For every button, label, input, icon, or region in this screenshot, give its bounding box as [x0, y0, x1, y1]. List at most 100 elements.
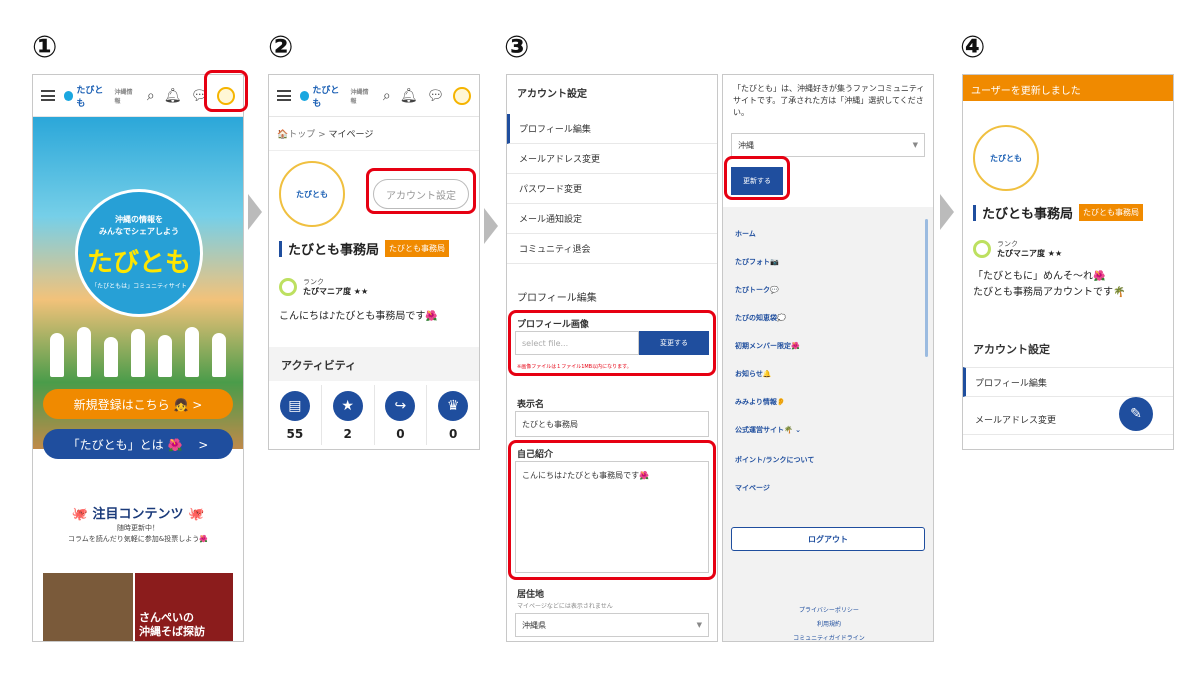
article-thumbnail-soba[interactable]: さんぺいの 沖縄そば探訪: [135, 573, 233, 641]
about-button[interactable]: 「たびとも」とは 🌺 >: [43, 429, 233, 459]
community-intro: 「たびとも」は、沖縄好きが集うファンコミュニティサイトです。了承された方は「沖縄…: [733, 84, 925, 117]
activity-header: アクティビティ: [269, 347, 479, 381]
residence-label: 居住地: [517, 590, 545, 600]
activity-favorites[interactable]: ★ 2: [322, 385, 375, 445]
logout-button[interactable]: ログアウト: [731, 527, 925, 551]
chat-icon[interactable]: 💬︎: [427, 88, 445, 104]
site-logo[interactable]: たびとも 沖縄情報: [299, 83, 374, 109]
account-settings-title: アカウント設定: [517, 89, 587, 100]
activity-stats: ▤ 55 ★ 2 ↪ 0 ♛ 0: [269, 385, 479, 445]
document-icon: ▤: [279, 391, 310, 421]
user-avatar-icon[interactable]: [453, 86, 471, 105]
display-name-label: 表示名: [517, 400, 545, 410]
profile-greeting: こんにちは♪たびとも事務局です🌺: [279, 311, 438, 322]
star-icon: ★: [332, 391, 363, 421]
breadcrumb-current: マイページ: [328, 130, 374, 140]
screen-updated: ユーザーを更新しました たびとも たびとも事務局 たびとも事務局 ランク たびマニ…: [962, 74, 1174, 450]
edit-fab-icon[interactable]: ✎: [1119, 397, 1153, 431]
account-settings-title: アカウント設定: [973, 343, 1050, 356]
menu-community-leave[interactable]: コミュニティ退会: [507, 234, 717, 264]
site-nav-menu: ホーム たびフォト📷 たびトーク💬 たびの知恵袋💭 初期メンバー限定🌺 お知らせ…: [723, 207, 933, 641]
activity-ranking[interactable]: ♛ 0: [427, 385, 479, 445]
role-badge: たびとも事務局: [1079, 204, 1144, 221]
community-select[interactable]: 沖縄 ▼: [731, 133, 925, 157]
rank-info: ランク たびマニア度 ★★: [973, 239, 1062, 259]
hero-subtitle: 沖縄の情報を みんなでシェアしよう: [99, 215, 179, 236]
menu-profile-edit[interactable]: プロフィール編集: [507, 114, 717, 144]
rank-icon: [279, 278, 297, 296]
footer-terms[interactable]: 利用規約: [723, 619, 933, 628]
arrow-3: [940, 194, 954, 230]
hero-title: たびとも: [86, 248, 191, 278]
arrow-1: [248, 194, 262, 230]
nav-knowledge[interactable]: たびの知恵袋💭: [735, 313, 786, 323]
menu-email-change[interactable]: メールアドレス変更: [507, 144, 717, 174]
nav-talk[interactable]: たびトーク💬: [735, 285, 779, 295]
role-badge: たびとも事務局: [385, 240, 450, 257]
featured-title: 🐙 注目コンテンツ 🐙: [71, 507, 205, 522]
menu-icon[interactable]: [41, 90, 55, 101]
screen-home: たびとも 沖縄情報 ⌕ 🔔︎ 💬︎ 沖縄の情報を みんなでシェアしよう たびとも …: [32, 74, 244, 642]
chevron-down-icon: ▼: [696, 621, 702, 629]
profile-bio-line-2: たびとも事務局アカウントです🌴: [973, 287, 1126, 298]
bell-icon[interactable]: 🔔︎: [400, 88, 418, 104]
rank-icon: [973, 240, 991, 258]
step-number-1: ①: [32, 30, 58, 65]
menu-mail-notification[interactable]: メール通知設定: [507, 204, 717, 234]
hero-people-illustration: [43, 327, 233, 377]
article-thumbnail[interactable]: [43, 573, 133, 641]
menu-password-change[interactable]: パスワード変更: [507, 174, 717, 204]
residence-note: マイページなどには表示されません: [517, 603, 613, 610]
profile-name-row: たびとも事務局 たびとも事務局: [973, 203, 1144, 222]
profile-avatar: たびとも: [973, 125, 1039, 191]
chevron-down-icon: ▼: [912, 141, 918, 149]
nav-news[interactable]: お知らせ🔔: [735, 369, 772, 379]
search-icon[interactable]: ⌕: [383, 88, 391, 104]
hero-tagline: 「たびともは」コミュニティサイト: [91, 283, 187, 290]
scrollbar[interactable]: [925, 219, 928, 357]
nav-early-members[interactable]: 初期メンバー限定🌺: [735, 341, 800, 351]
featured-subtitle-2: コラムを読んだり気軽に参加&投票しよう🌺: [68, 535, 208, 543]
footer-guideline[interactable]: コミュニティガイドライン: [723, 633, 933, 641]
profile-name-row: たびとも事務局 たびとも事務局: [279, 239, 450, 258]
bell-icon[interactable]: 🔔︎: [164, 88, 182, 104]
highlight-avatar: [204, 70, 248, 112]
highlight-profile-image: [508, 310, 716, 376]
highlight-update-button: [724, 156, 790, 200]
rank-info: ランク たびマニア度 ★★: [279, 277, 368, 297]
crown-icon: ♛: [438, 391, 469, 421]
footer-privacy[interactable]: プライバシーポリシー: [723, 605, 933, 614]
featured-subtitle-1: 随時更新中！: [117, 524, 159, 532]
profile-bio-line-1: 「たびともに」めんそ〜れ🌺: [973, 271, 1106, 282]
arrow-2: [484, 208, 498, 244]
hero-badge: 沖縄の情報を みんなでシェアしよう たびとも 「たびともは」コミュニティサイト: [75, 189, 203, 317]
nav-home[interactable]: ホーム: [735, 229, 756, 239]
profile-name: たびとも事務局: [288, 243, 380, 258]
nav-photo[interactable]: たびフォト📷: [735, 257, 779, 267]
menu-profile-edit[interactable]: プロフィール編集: [963, 367, 1173, 397]
step-number-4: ④: [960, 30, 986, 65]
screen-mypage: たびとも 沖縄情報 ⌕ 🔔︎ 💬︎ 🏠トップ > マイページ たびとも アカウント…: [268, 74, 480, 450]
signup-button[interactable]: 新規登録はこちら 👧 >: [43, 389, 233, 419]
highlight-account-settings: [366, 168, 476, 214]
profile-name: たびとも事務局: [982, 207, 1074, 222]
profile-avatar: たびとも: [279, 161, 345, 227]
activity-posts[interactable]: ▤ 55: [269, 385, 322, 445]
breadcrumb-home[interactable]: 🏠トップ: [277, 130, 315, 140]
search-icon[interactable]: ⌕: [147, 88, 155, 104]
nav-points-rank[interactable]: ポイント/ランクについて: [735, 455, 814, 465]
nav-mypage[interactable]: マイページ: [735, 483, 770, 493]
step-number-2: ②: [268, 30, 294, 65]
breadcrumb: 🏠トップ > マイページ: [269, 117, 479, 151]
site-header: たびとも 沖縄情報 ⌕ 🔔︎ 💬︎: [269, 75, 479, 117]
nav-info[interactable]: みみより情報👂: [735, 397, 786, 407]
share-icon: ↪: [385, 391, 416, 421]
step-number-3: ③: [504, 30, 530, 65]
site-logo[interactable]: たびとも 沖縄情報: [63, 83, 138, 109]
activity-shares[interactable]: ↪ 0: [375, 385, 428, 445]
nav-official-sites[interactable]: 公式運営サイト🌴 ⌄: [735, 425, 801, 435]
residence-select[interactable]: 沖縄県 ▼: [515, 613, 709, 637]
menu-icon[interactable]: [277, 90, 291, 101]
highlight-bio: [508, 440, 716, 580]
display-name-input[interactable]: たびとも事務局: [515, 411, 709, 437]
